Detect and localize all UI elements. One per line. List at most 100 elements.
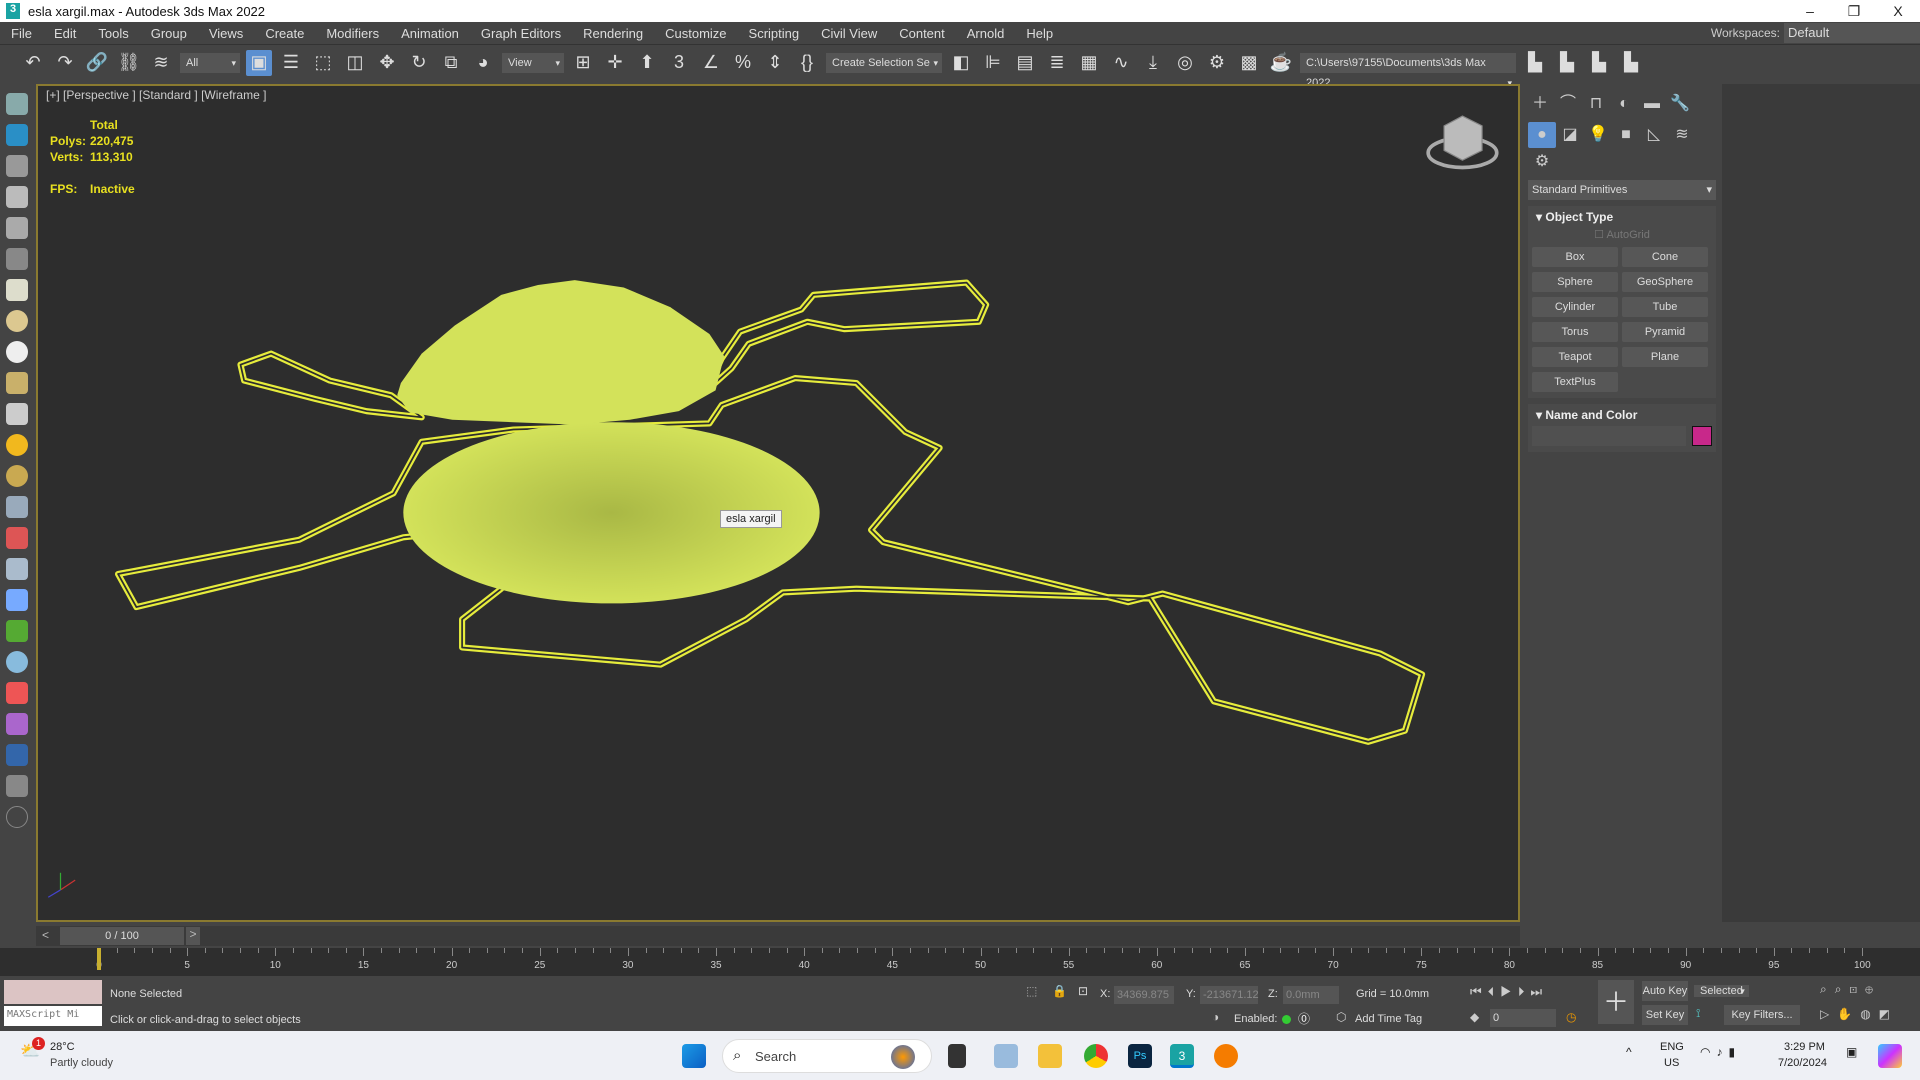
lock-selection-icon[interactable]: 🔒 — [1052, 984, 1067, 998]
selection-filter-dropdown[interactable]: All — [180, 52, 240, 73]
scene-explorer-icon[interactable]: ▤ — [1012, 50, 1038, 76]
render-setup-icon[interactable]: ⚙ — [1204, 50, 1230, 76]
current-frame-marker[interactable] — [97, 948, 101, 970]
helpers-icon[interactable]: ◺ — [1640, 121, 1668, 147]
menu-help[interactable]: Help — [1015, 26, 1064, 41]
schematic-view-icon[interactable]: ⤓ — [1140, 50, 1166, 76]
zoom-icon[interactable]: ⌕ — [1820, 982, 1835, 996]
space-warps-icon[interactable]: ≋ — [1668, 121, 1696, 147]
align-icon[interactable]: ⊫ — [980, 50, 1006, 76]
key-mode-dropdown[interactable]: Selected — [1694, 985, 1749, 997]
material-icon[interactable] — [6, 465, 28, 487]
blender-icon[interactable] — [1214, 1044, 1238, 1068]
maxscript-input[interactable]: MAXScript Mi — [4, 1006, 102, 1026]
project-structure-icon[interactable]: ▙ — [1618, 50, 1644, 76]
auto-key-button[interactable]: Auto Key — [1642, 981, 1688, 1001]
toggle-ribbon-icon[interactable]: ▦ — [1076, 50, 1102, 76]
3ds-max-taskbar-icon[interactable]: 3 — [1170, 1044, 1194, 1068]
shapes-icon[interactable]: ◪ — [1556, 121, 1584, 147]
tube-button[interactable]: Tube — [1622, 297, 1708, 317]
zoom-extents-icon[interactable]: ⊡ — [1849, 982, 1865, 996]
named-selection-dropdown[interactable]: Create Selection Se — [826, 52, 942, 73]
project-settings-icon[interactable]: ▙ — [1522, 50, 1548, 76]
sun-icon[interactable] — [6, 434, 28, 456]
set-key-button[interactable]: Set Key — [1642, 1005, 1688, 1025]
scale-icon[interactable]: ⧉ — [438, 50, 464, 76]
pan-icon[interactable]: ✋ — [1837, 1007, 1860, 1021]
close-button[interactable]: X — [1876, 0, 1920, 22]
modify-tab-icon[interactable]: ⌒ — [1554, 88, 1582, 114]
render-production-icon[interactable]: ☕ — [1268, 50, 1294, 76]
curve-editor-icon[interactable]: ∿ — [1108, 50, 1134, 76]
time-tag-icon[interactable]: ⓪ — [1298, 1010, 1310, 1027]
isolate-icon[interactable]: ⬚ — [1026, 984, 1037, 998]
mirror-icon[interactable]: ◧ — [948, 50, 974, 76]
plane-button[interactable]: Plane — [1622, 347, 1708, 367]
crowd-icon[interactable] — [6, 558, 28, 580]
key-mode-toggle-icon[interactable]: ◆ — [1470, 1010, 1479, 1024]
project-open-icon[interactable]: ▙ — [1554, 50, 1580, 76]
display-tab-icon[interactable]: ▬ — [1638, 91, 1666, 117]
menu-tools[interactable]: Tools — [87, 26, 139, 41]
menu-file[interactable]: File — [0, 26, 43, 41]
light-icon[interactable] — [6, 186, 28, 208]
rotate-icon[interactable]: ↻ — [406, 50, 432, 76]
people-icon[interactable] — [6, 217, 28, 239]
key-tangent-icon[interactable]: ⟟ — [1696, 1006, 1700, 1021]
go-to-end-icon[interactable]: ⏭ — [1530, 984, 1548, 999]
name-color-header[interactable]: ▾ Name and Color — [1528, 404, 1716, 426]
percent-snap-icon[interactable]: % — [730, 50, 756, 76]
chrome-icon[interactable] — [1084, 1044, 1108, 1068]
redo-icon[interactable]: ↷ — [52, 50, 78, 76]
category-dropdown[interactable]: Standard Primitives ▾ — [1528, 180, 1716, 200]
geosphere-button[interactable]: GeoSphere — [1622, 272, 1708, 292]
project-folder-dropdown[interactable]: C:\Users\97155\Documents\3ds Max 2022 — [1300, 52, 1516, 93]
rendered-frame-window-icon[interactable]: ▩ — [1236, 50, 1262, 76]
textplus-button[interactable]: TextPlus — [1532, 372, 1618, 392]
menu-modifiers[interactable]: Modifiers — [315, 26, 390, 41]
environment-icon[interactable] — [6, 651, 28, 673]
menu-group[interactable]: Group — [140, 26, 198, 41]
track-bar[interactable]: 0510152025303540455055606570758085909510… — [0, 948, 1920, 976]
menu-views[interactable]: Views — [198, 26, 254, 41]
plant-icon[interactable] — [6, 620, 28, 642]
play-icon[interactable]: ▶ — [1500, 984, 1518, 999]
current-frame-field[interactable]: 0 — [1490, 1009, 1556, 1027]
torus-button[interactable]: Torus — [1532, 322, 1618, 342]
select-object-icon[interactable]: ▣ — [246, 49, 272, 76]
maxscript-listener[interactable] — [4, 980, 102, 1004]
clock-time[interactable]: 3:29 PM — [1784, 1041, 1825, 1053]
spinner-snap-icon[interactable]: ⇕ — [762, 50, 788, 76]
sphere-button[interactable]: Sphere — [1532, 272, 1618, 292]
time-slider-thumb[interactable]: 0 / 100 — [60, 927, 184, 945]
battery-icon[interactable]: ▮ — [1728, 1045, 1741, 1059]
utilities-icon[interactable] — [6, 775, 28, 797]
teapot-icon[interactable] — [6, 93, 28, 115]
menu-create[interactable]: Create — [254, 26, 315, 41]
copilot-icon[interactable] — [1878, 1044, 1902, 1068]
autogrid-checkbox[interactable]: ☐ AutoGrid — [1528, 228, 1716, 241]
systems-icon[interactable]: ⚙ — [1528, 148, 1556, 174]
dome-icon[interactable] — [6, 310, 28, 332]
object-name-input[interactable] — [1532, 426, 1686, 446]
render-icon[interactable] — [6, 713, 28, 735]
layers-icon[interactable] — [6, 155, 28, 177]
time-prev-button[interactable]: < — [42, 928, 49, 942]
y-coordinate-field[interactable]: -213671.12 — [1200, 986, 1259, 1004]
select-by-name-icon[interactable]: ☰ — [278, 50, 304, 76]
angle-snap-icon[interactable]: ∠ — [698, 50, 724, 76]
create-tab-icon[interactable]: ＋ — [1526, 88, 1554, 114]
language-region[interactable]: US — [1664, 1057, 1679, 1069]
zoom-all-icon[interactable]: ⌕ — [1835, 982, 1850, 996]
menu-content[interactable]: Content — [888, 26, 956, 41]
zoom-extents-all-icon[interactable]: ⊕ — [1865, 982, 1881, 996]
snaps-toggle-icon[interactable]: 3 — [666, 50, 692, 76]
task-view-icon[interactable] — [948, 1044, 966, 1068]
menu-customize[interactable]: Customize — [654, 26, 737, 41]
time-next-button[interactable]: > — [186, 927, 200, 945]
menu-rendering[interactable]: Rendering — [572, 26, 654, 41]
notification-icon[interactable]: ▣ — [1846, 1045, 1857, 1059]
next-frame-icon[interactable]: ⏵ — [1518, 984, 1531, 999]
maximize-viewport-icon[interactable]: ◩ — [1879, 1007, 1898, 1021]
rectangular-selection-icon[interactable]: ⬚ — [310, 50, 336, 76]
